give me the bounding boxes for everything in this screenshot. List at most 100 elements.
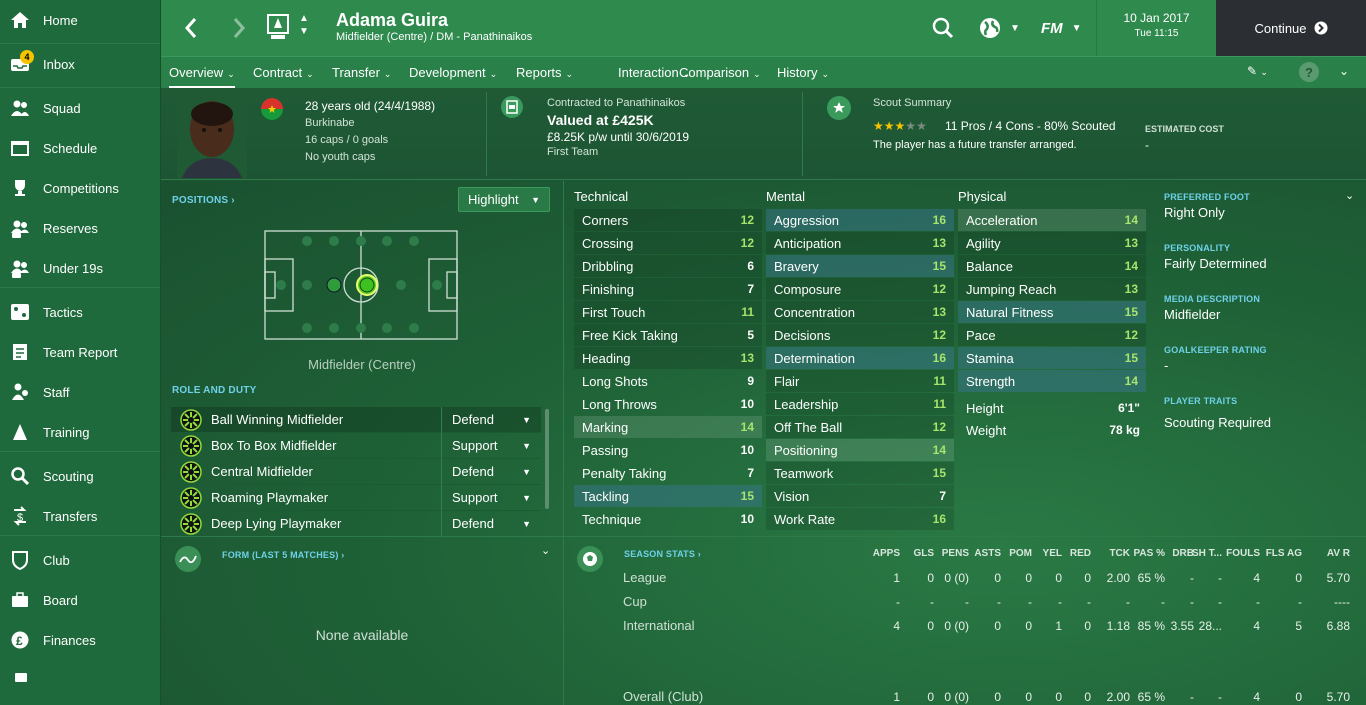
- sidebar-item-finances[interactable]: £ Finances: [0, 620, 160, 660]
- duty-dropdown[interactable]: Support ▼: [441, 484, 541, 511]
- pitch-diagram: [264, 230, 458, 340]
- attribute-mental-concentration[interactable]: Concentration 13: [766, 301, 954, 323]
- sidebar-item-training[interactable]: Training: [0, 412, 160, 452]
- duty-dropdown[interactable]: Defend ▼: [441, 510, 541, 537]
- stat-header[interactable]: GLS: [894, 548, 934, 559]
- season-stats-link[interactable]: SEASON STATS ›: [624, 549, 701, 559]
- duty-dropdown[interactable]: Defend ▼: [441, 458, 541, 485]
- weight-label: Weight: [966, 422, 1007, 438]
- back-button[interactable]: [179, 12, 203, 44]
- stat-header[interactable]: FOULS: [1220, 548, 1260, 559]
- sidebar-item-squad[interactable]: Squad: [0, 88, 160, 128]
- sidebar-item-home[interactable]: Home: [0, 0, 160, 40]
- attribute-technical-technique[interactable]: Technique 10: [574, 508, 762, 530]
- attribute-mental-anticipation[interactable]: Anticipation 13: [766, 232, 954, 254]
- attribute-mental-positioning[interactable]: Positioning 14: [766, 439, 954, 461]
- club-crest-icon[interactable]: [265, 13, 291, 41]
- attribute-mental-work-rate[interactable]: Work Rate 16: [766, 508, 954, 530]
- attribute-value: 13: [1124, 282, 1138, 296]
- attribute-mental-flair[interactable]: Flair 11: [766, 370, 954, 392]
- forward-button[interactable]: [227, 12, 251, 44]
- duty-dropdown[interactable]: Defend ▼: [441, 406, 541, 433]
- attribute-technical-tackling[interactable]: Tackling 15: [574, 485, 762, 507]
- attribute-technical-dribbling[interactable]: Dribbling 6: [574, 255, 762, 277]
- attribute-technical-free-kick-taking[interactable]: Free Kick Taking 5: [574, 324, 762, 346]
- details-collapse[interactable]: ⌄: [1345, 189, 1354, 202]
- sidebar-item-club[interactable]: Club: [0, 540, 160, 580]
- sidebar-item-team-report[interactable]: Team Report: [0, 332, 160, 372]
- sidebar-item-reserves[interactable]: Reserves: [0, 208, 160, 248]
- attribute-technical-corners[interactable]: Corners 12: [574, 209, 762, 231]
- stat-header[interactable]: FLS AG: [1262, 548, 1302, 559]
- stat-header[interactable]: RED: [1051, 548, 1091, 559]
- attribute-physical-balance[interactable]: Balance 14: [958, 255, 1146, 277]
- attribute-mental-leadership[interactable]: Leadership 11: [766, 393, 954, 415]
- attribute-physical-jumping-reach[interactable]: Jumping Reach 13: [958, 278, 1146, 300]
- tab-comparison[interactable]: Comparison ⌄: [679, 57, 761, 89]
- attribute-technical-finishing[interactable]: Finishing 7: [574, 278, 762, 300]
- sidebar-item-competitions[interactable]: Competitions: [0, 168, 160, 208]
- attribute-physical-acceleration[interactable]: Acceleration 14: [958, 209, 1146, 231]
- attribute-technical-long-shots[interactable]: Long Shots 9: [574, 370, 762, 392]
- sidebar-item-inbox[interactable]: Inbox 4: [0, 44, 160, 84]
- role-row[interactable]: Ball Winning Midfielder Defend ▼: [171, 406, 541, 433]
- attribute-physical-agility[interactable]: Agility 13: [958, 232, 1146, 254]
- attribute-mental-decisions[interactable]: Decisions 12: [766, 324, 954, 346]
- form-link[interactable]: FORM (LAST 5 MATCHES) ›: [222, 550, 344, 560]
- sidebar-item-scouting[interactable]: Scouting: [0, 456, 160, 496]
- tab-overview[interactable]: Overview ⌄: [169, 57, 235, 89]
- attribute-technical-long-throws[interactable]: Long Throws 10: [574, 393, 762, 415]
- world-button[interactable]: ▼: [978, 15, 1024, 41]
- form-collapse[interactable]: ⌄: [541, 544, 550, 557]
- stat-header[interactable]: SH T...: [1182, 548, 1222, 559]
- scout-note: The player has a future transfer arrange…: [873, 139, 1077, 151]
- stat-header[interactable]: TCK: [1090, 548, 1130, 559]
- tab-reports[interactable]: Reports ⌄: [516, 57, 573, 89]
- tab-label: Reports: [516, 65, 562, 80]
- role-row[interactable]: Box To Box Midfielder Support ▼: [171, 432, 541, 459]
- sidebar-item-transfers[interactable]: $ Transfers: [0, 496, 160, 536]
- continue-button[interactable]: Continue: [1216, 0, 1366, 56]
- chevron-down-icon[interactable]: ⌄: [1339, 64, 1349, 78]
- role-row[interactable]: Central Midfielder Defend ▼: [171, 458, 541, 485]
- attribute-technical-heading[interactable]: Heading 13: [574, 347, 762, 369]
- edit-button[interactable]: ✎ ⌄: [1247, 64, 1268, 78]
- duty-dropdown[interactable]: Support ▼: [441, 432, 541, 459]
- tab-transfer[interactable]: Transfer ⌄: [332, 57, 391, 89]
- stat-header[interactable]: AV R: [1310, 548, 1350, 559]
- sidebar-item-board[interactable]: Board: [0, 580, 160, 620]
- attribute-physical-natural-fitness[interactable]: Natural Fitness 15: [958, 301, 1146, 323]
- help-icon[interactable]: ?: [1299, 62, 1319, 82]
- attribute-technical-marking[interactable]: Marking 14: [574, 416, 762, 438]
- attribute-mental-bravery[interactable]: Bravery 15: [766, 255, 954, 277]
- fm-menu-button[interactable]: FM ▼: [1041, 16, 1089, 40]
- sidebar-item-staff[interactable]: Staff: [0, 372, 160, 412]
- role-row[interactable]: Roaming Playmaker Support ▼: [171, 484, 541, 511]
- player-switch-arrows[interactable]: ▲ ▼: [297, 12, 311, 42]
- sidebar-item-under-19s[interactable]: Under 19s: [0, 248, 160, 288]
- search-button[interactable]: [931, 16, 955, 40]
- tab-history[interactable]: History ⌄: [777, 57, 829, 89]
- attribute-technical-first-touch[interactable]: First Touch 11: [574, 301, 762, 323]
- attribute-mental-teamwork[interactable]: Teamwork 15: [766, 462, 954, 484]
- attribute-technical-passing[interactable]: Passing 10: [574, 439, 762, 461]
- attribute-physical-pace[interactable]: Pace 12: [958, 324, 1146, 346]
- attribute-mental-aggression[interactable]: Aggression 16: [766, 209, 954, 231]
- role-row[interactable]: Deep Lying Playmaker Defend ▼: [171, 510, 541, 537]
- attribute-mental-composure[interactable]: Composure 12: [766, 278, 954, 300]
- attribute-mental-off-the-ball[interactable]: Off The Ball 12: [766, 416, 954, 438]
- positions-link[interactable]: POSITIONS ›: [172, 195, 235, 206]
- tab-contract[interactable]: Contract ⌄: [253, 57, 314, 89]
- mail-mini-icon[interactable]: [15, 673, 27, 682]
- sidebar-item-tactics[interactable]: Tactics: [0, 292, 160, 332]
- attribute-mental-vision[interactable]: Vision 7: [766, 485, 954, 507]
- sidebar-item-schedule[interactable]: Schedule: [0, 128, 160, 168]
- attribute-physical-strength[interactable]: Strength 14: [958, 370, 1146, 392]
- attribute-physical-stamina[interactable]: Stamina 15: [958, 347, 1146, 369]
- highlight-dropdown[interactable]: Highlight ▼: [458, 187, 550, 212]
- attribute-technical-crossing[interactable]: Crossing 12: [574, 232, 762, 254]
- attribute-mental-determination[interactable]: Determination 16: [766, 347, 954, 369]
- attribute-technical-penalty-taking[interactable]: Penalty Taking 7: [574, 462, 762, 484]
- role-scrollbar[interactable]: [545, 409, 549, 509]
- tab-development[interactable]: Development ⌄: [409, 57, 497, 89]
